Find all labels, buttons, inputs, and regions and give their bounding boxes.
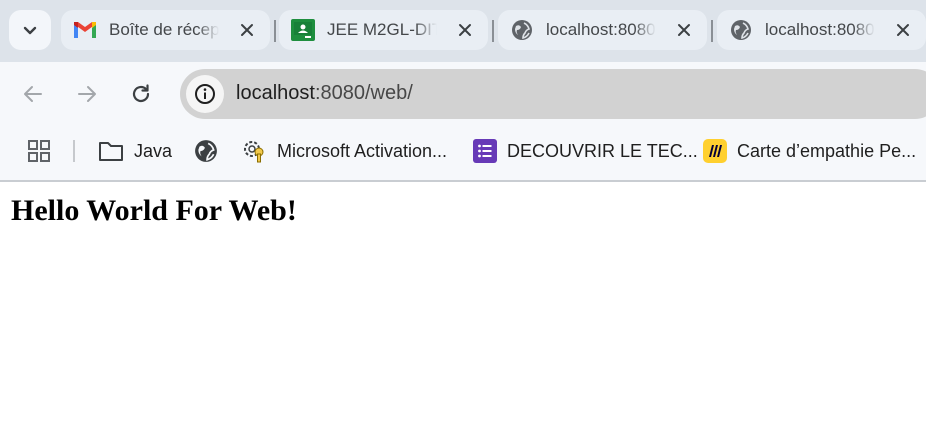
tab-separator	[274, 20, 276, 42]
tab-localhost[interactable]: localhost:8080	[498, 10, 707, 50]
gear-key-icon	[244, 141, 264, 163]
bookmark-decouvrir[interactable]: DECOUVRIR LE TEC...	[473, 136, 698, 166]
tab-title: localhost:8080	[765, 20, 875, 39]
url-path: :8080/web/	[314, 82, 413, 104]
apps-grid-icon	[28, 140, 50, 162]
tab-title: JEE M2GL-DITI	[327, 20, 437, 39]
close-icon[interactable]	[894, 21, 912, 39]
bookmark-label: DECOUVRIR LE TEC...	[507, 140, 698, 161]
globe-icon	[195, 140, 217, 162]
site-info-button[interactable]	[186, 75, 224, 113]
page-heading: Hello World For Web!	[11, 194, 297, 227]
globe-icon	[510, 18, 534, 42]
folder-icon	[99, 142, 123, 161]
page-content: Hello World For Web!	[0, 182, 926, 433]
arrow-right-icon	[78, 86, 96, 102]
miro-icon	[703, 139, 727, 163]
bookmark-globe[interactable]	[194, 136, 218, 166]
address-bar[interactable]: localhost:8080/web/	[180, 69, 926, 119]
bookmark-microsoft-activation[interactable]: Microsoft Activation...	[241, 136, 447, 166]
close-icon[interactable]	[675, 21, 693, 39]
arrow-left-icon	[24, 86, 42, 102]
google-forms-icon	[473, 139, 497, 163]
url-host: localhost	[236, 82, 315, 104]
close-icon[interactable]	[238, 21, 256, 39]
tab-search-button[interactable]	[9, 10, 51, 50]
reload-icon	[132, 84, 150, 103]
reload-button[interactable]	[121, 74, 161, 114]
close-icon[interactable]	[456, 21, 474, 39]
bookmark-label: Java	[134, 140, 173, 161]
bookmark-label: Carte d’empathie Pe...	[737, 140, 917, 161]
browser-toolbar: localhost:8080/web/	[0, 62, 926, 126]
globe-icon	[729, 18, 753, 42]
bookmark-java[interactable]: Java	[98, 136, 172, 166]
tab-gmail[interactable]: Boîte de réception	[61, 10, 270, 50]
gmail-icon	[73, 18, 97, 42]
info-icon	[195, 84, 215, 104]
chevron-down-icon	[23, 26, 37, 35]
bookmark-carte-empathie[interactable]: Carte d’empathie Pe...	[703, 136, 916, 166]
google-classroom-icon	[291, 18, 315, 42]
tab-localhost[interactable]: localhost:8080	[717, 10, 926, 50]
back-button[interactable]	[13, 74, 53, 114]
tab-title: localhost:8080	[546, 20, 656, 39]
tab-classroom[interactable]: JEE M2GL-DITI	[279, 10, 488, 50]
tab-title: Boîte de réception	[109, 20, 219, 39]
tab-separator	[492, 20, 494, 42]
forward-button[interactable]	[67, 74, 107, 114]
bookmarks-bar: Java Microsoft Activation... DECOUVRIR L…	[0, 126, 926, 182]
bookmarks-separator	[73, 140, 75, 162]
url-text[interactable]: localhost:8080/web/	[236, 82, 413, 105]
tab-strip: Boîte de réception JEE M2GL-DITI	[0, 0, 926, 62]
apps-button[interactable]	[27, 136, 51, 166]
bookmark-label: Microsoft Activation...	[277, 140, 448, 161]
tab-separator	[711, 20, 713, 42]
